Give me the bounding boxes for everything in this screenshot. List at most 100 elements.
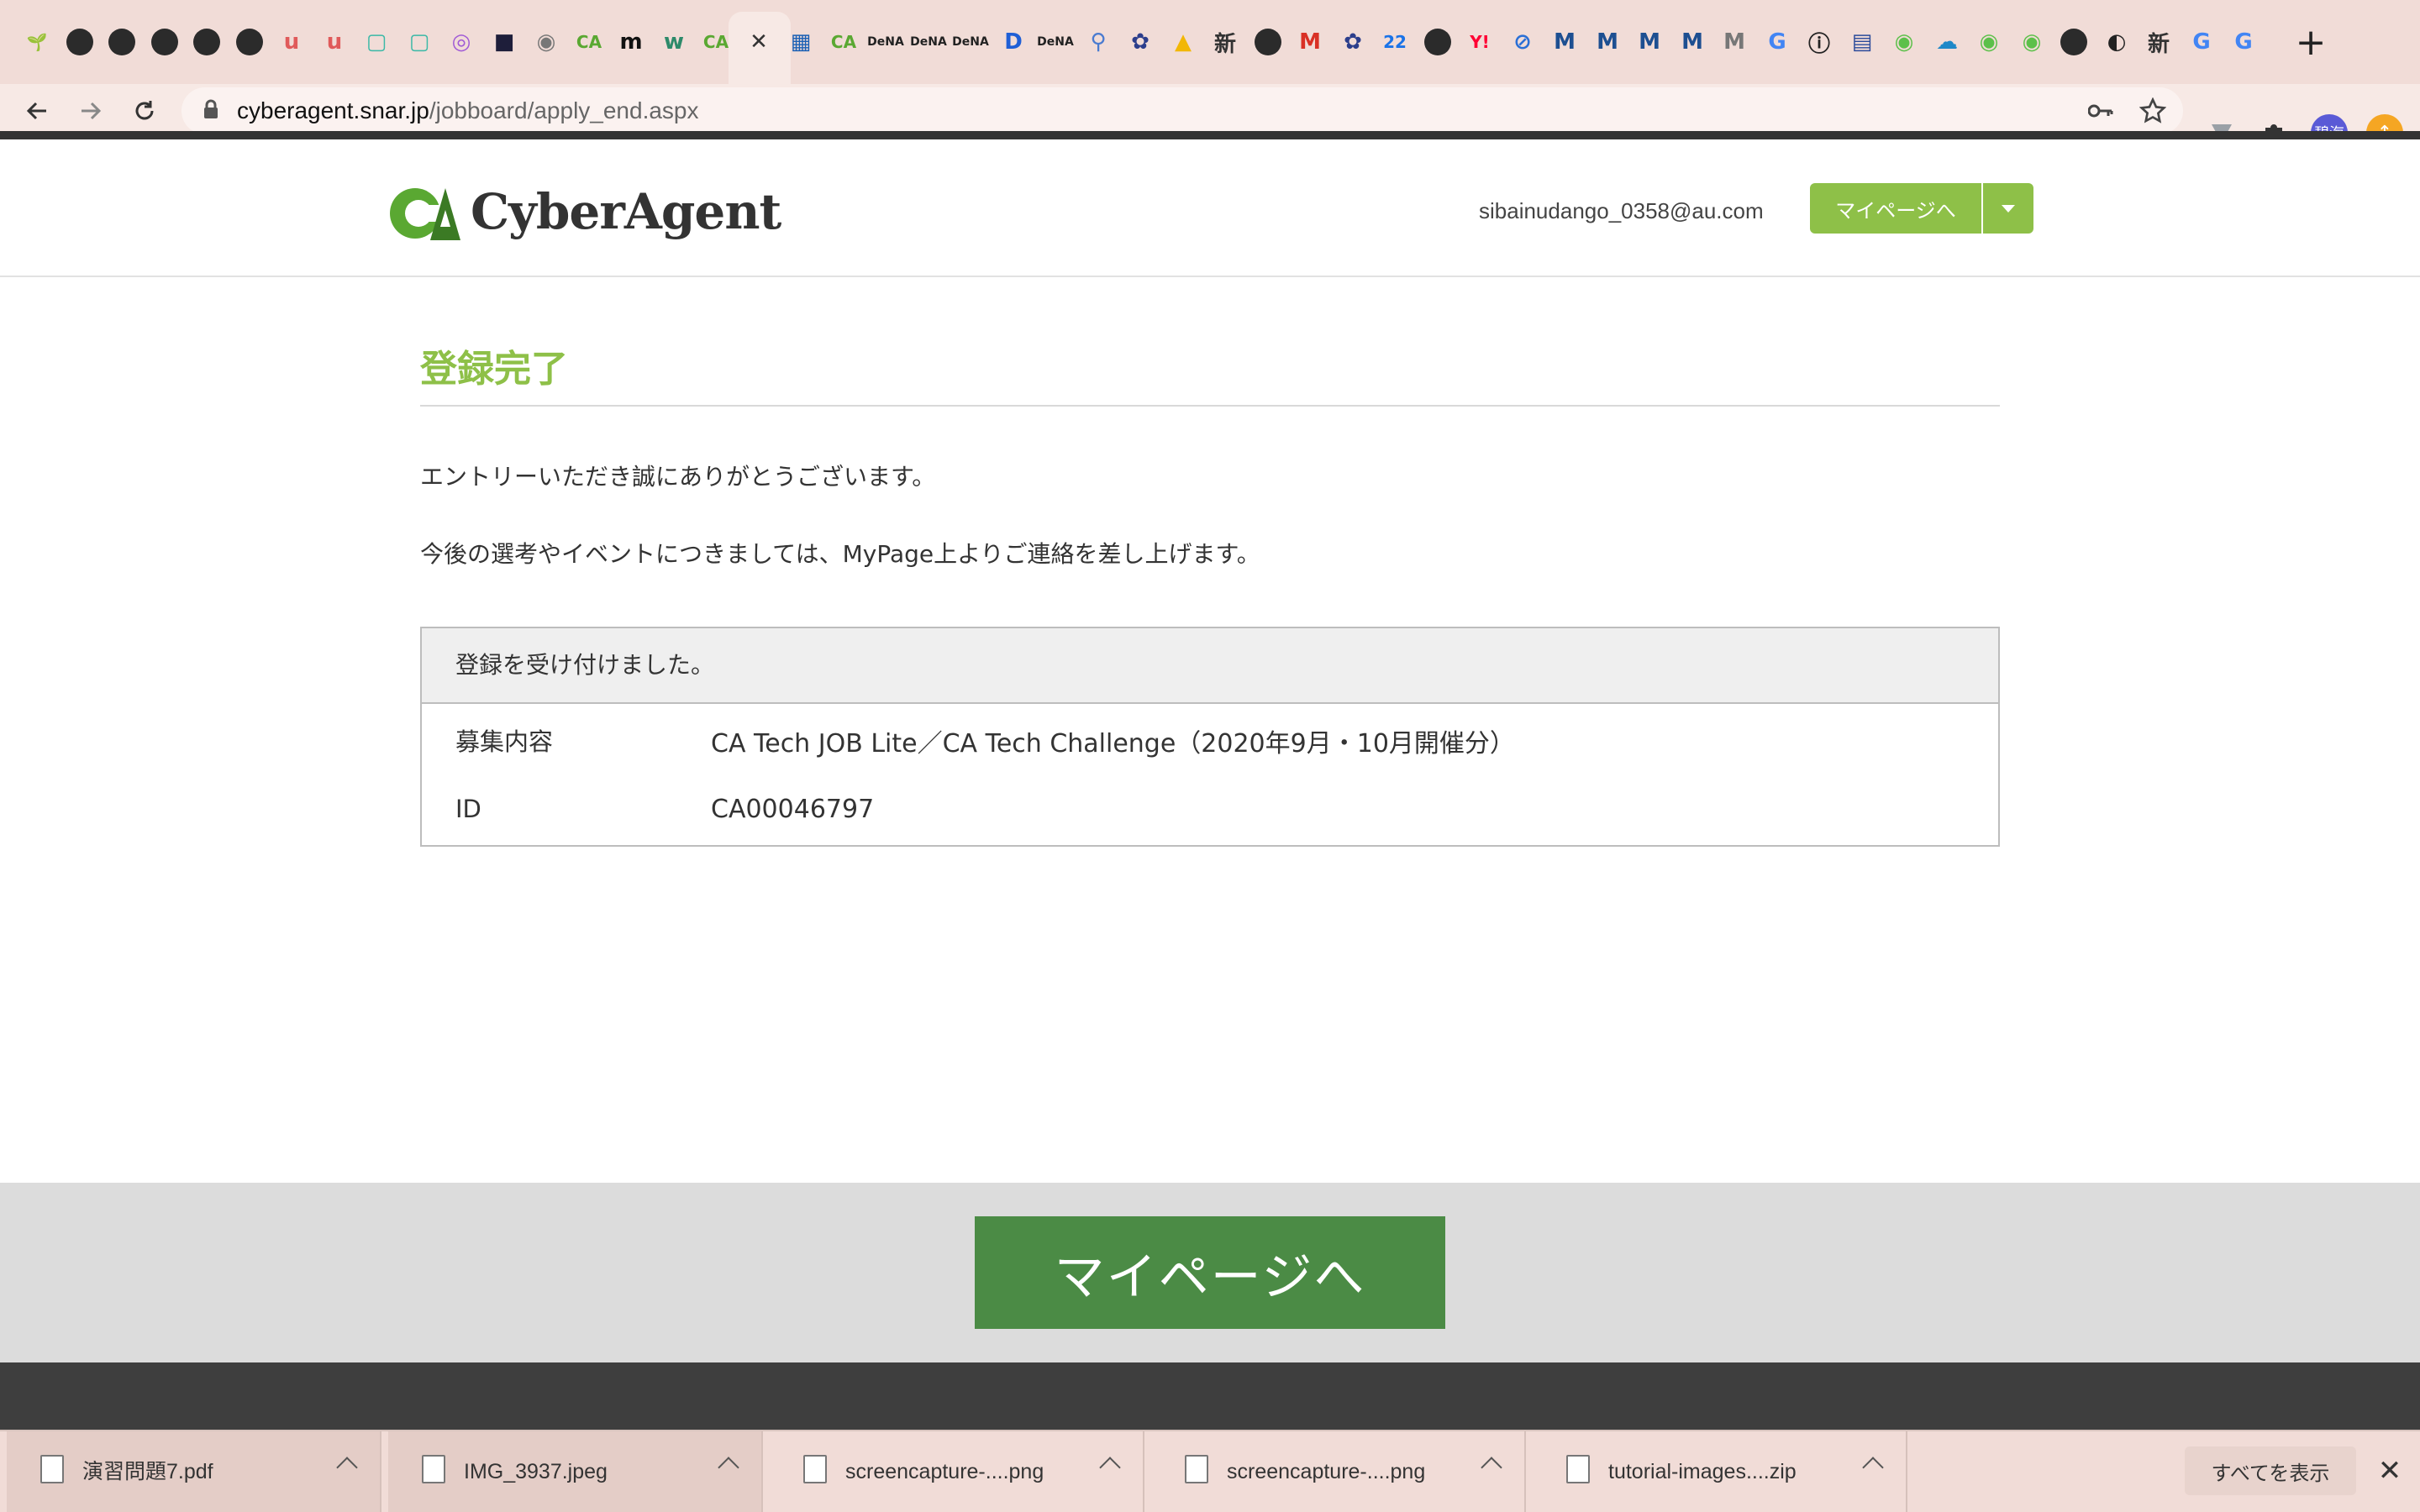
file-icon [1185,1455,1208,1483]
google-icon[interactable]: G [2181,22,2222,62]
url-text: cyberagent.snar.jp/jobboard/apply_end.as… [237,87,699,134]
header-mypage-dropdown-button[interactable] [1983,183,2033,234]
registration-table-header: 登録を受け付けました。 [422,628,1998,704]
main-content: 登録完了 エントリーいただき誠にありがとうございます。 今後の選考やイベントにつ… [420,344,2000,847]
chevron-up-icon[interactable] [1099,1457,1121,1478]
grid-icon[interactable]: ▦ [781,22,821,62]
row-value-id: CA00046797 [711,795,875,824]
swirl-icon[interactable]: ◎ [441,22,481,62]
back-arrow-icon [26,102,46,120]
ca-icon[interactable]: CA [569,22,609,62]
page-title: 登録完了 [420,344,2000,407]
forward-button[interactable] [67,87,114,134]
file-icon [40,1455,64,1483]
header-mypage-button[interactable]: マイページへ [1810,183,1981,234]
u-icon[interactable]: u [314,22,355,62]
table-row: ID CA00046797 [422,774,1998,847]
address-bar[interactable]: cyberagent.snar.jp/jobboard/apply_end.as… [182,87,2183,134]
figure-icon[interactable]: ⚲ [1078,22,1118,62]
dark-square-icon[interactable]: ■ [484,22,524,62]
google-icon[interactable]: G [2223,22,2264,62]
browser-tab-strip: + 🌱 u u ▢ ▢ ◎ ■ ◉ CA m w CA ✕ ▦ CA DeNA DeNA DeNA D DeNA ⚲ ✿ ▲… [0,0,2420,84]
table-row: 募集内容 CA Tech JOB Lite／CA Tech Challenge（… [422,702,1998,774]
chevron-up-icon[interactable] [336,1457,358,1478]
kanji-icon[interactable]: 新 [2139,22,2179,62]
reload-button[interactable] [121,87,168,134]
m-wave-icon[interactable]: M [1629,22,1670,62]
close-icon[interactable]: ✕ [739,22,779,62]
caret-down-icon [2002,204,2015,213]
globe-icon[interactable] [1248,22,1288,62]
layout-icon[interactable]: ▤ [1842,22,1882,62]
download-item[interactable]: screencapture-....png [770,1431,1144,1512]
globe-icon[interactable] [1418,22,1458,62]
m-wave-icon[interactable]: M [1544,22,1585,62]
registration-table: 登録を受け付けました。 募集内容 CA Tech JOB Lite／CA Tec… [420,627,2000,847]
back-button[interactable] [13,87,60,134]
m-outline-icon[interactable]: M [1714,22,1754,62]
key-icon[interactable] [2084,94,2118,128]
dena-icon[interactable]: DeNA [865,22,906,62]
chevron-up-icon[interactable] [1862,1457,1884,1478]
green-circle-icon[interactable]: ◉ [1884,22,1924,62]
flower-icon[interactable]: ✿ [1120,22,1160,62]
dena-icon[interactable]: DeNA [950,22,991,62]
dog-icon[interactable]: ◐ [2096,22,2137,62]
green-circle-icon[interactable]: ◉ [1969,22,2009,62]
download-shelf: 演習問題7.pdf IMG_3937.jpeg screencapture-..… [0,1430,2420,1512]
globe-icon[interactable] [60,22,100,62]
new-tab-button[interactable]: + [2289,20,2333,64]
dena-icon[interactable]: DeNA [1035,22,1076,62]
circle-icon[interactable]: ◉ [526,22,566,62]
m-wave-icon[interactable]: M [1587,22,1628,62]
globe-icon[interactable] [102,22,142,62]
globe-shape [151,29,178,55]
show-all-downloads-button[interactable]: すべてを表示 [2185,1446,2356,1495]
footer-mypage-button[interactable]: マイページへ [975,1216,1445,1329]
download-item[interactable]: tutorial-images....zip [1533,1431,1907,1512]
page-top-border [0,131,2420,139]
globe-icon[interactable] [145,22,185,62]
chevron-up-icon[interactable] [1481,1457,1502,1478]
google-icon[interactable]: G [1757,22,1797,62]
close-icon[interactable]: ✕ [2373,1448,2407,1494]
link-icon[interactable]: ⊘ [1502,22,1543,62]
teal-square-icon[interactable]: ▢ [356,22,397,62]
yahoo-icon[interactable]: Y! [1460,22,1500,62]
download-item[interactable]: screencapture-....png [1151,1431,1526,1512]
globe-icon[interactable] [229,22,270,62]
footer-dark-bar [0,1362,2420,1430]
drive-icon[interactable]: ▲ [1163,22,1203,62]
globe-icon[interactable] [187,22,227,62]
flower-icon[interactable]: ✿ [1333,22,1373,62]
u-icon[interactable]: u [271,22,312,62]
teal-square-icon[interactable]: ▢ [399,22,439,62]
globe-shape [2060,29,2087,55]
info-icon[interactable]: ⓘ [1799,22,1839,62]
kanji-icon[interactable]: 新 [1205,22,1245,62]
green-circle-icon[interactable]: ◉ [2012,22,2052,62]
download-item[interactable]: IMG_3937.jpeg [388,1431,763,1512]
d-icon[interactable]: D [993,22,1034,62]
calendar-icon[interactable]: 22 [1375,22,1415,62]
url-host: cyberagent.snar.jp [237,97,429,123]
download-item[interactable]: 演習問題7.pdf [7,1431,381,1512]
cyberagent-logo[interactable]: CyberAgent [387,180,781,247]
globe-shape [1255,29,1281,55]
sprout-icon[interactable]: 🌱 [17,22,57,62]
forward-arrow-icon [82,102,102,120]
m-wave-icon[interactable]: M [1672,22,1712,62]
reload-icon [135,101,154,120]
bookmark-star-icon[interactable] [2136,94,2170,128]
w-icon[interactable]: w [654,22,694,62]
chevron-up-icon[interactable] [718,1457,739,1478]
ca-icon[interactable]: CA [823,22,864,62]
dena-icon[interactable]: DeNA [908,22,949,62]
url-path: /jobboard/apply_end.aspx [429,97,699,123]
m-icon[interactable]: m [611,22,651,62]
globe-icon[interactable] [2054,22,2094,62]
globe-shape [1424,29,1451,55]
gmail-icon[interactable]: M [1290,22,1330,62]
cloud-icon[interactable]: ☁ [1927,22,1967,62]
info-message: 今後の選考やイベントにつきましては、MyPage上よりご連絡を差し上げます。 [420,540,1260,568]
